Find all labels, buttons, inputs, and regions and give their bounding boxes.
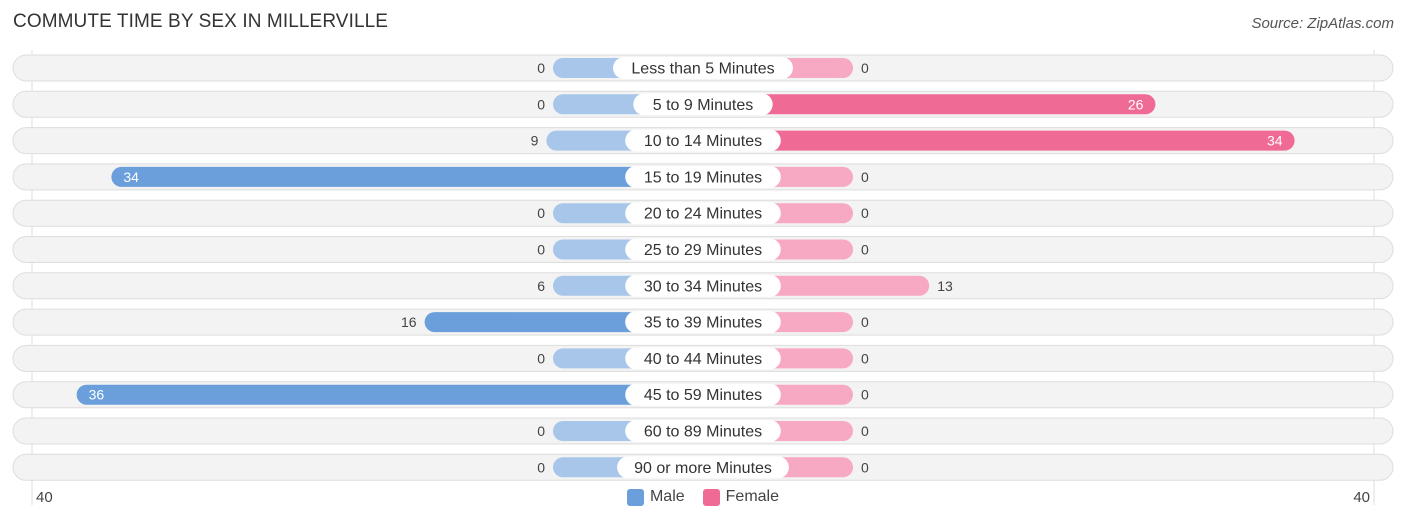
value-label-male: 6 <box>537 278 545 294</box>
legend-item-female: Female <box>702 488 780 506</box>
legend-swatch-female <box>702 488 720 506</box>
value-label-female: 0 <box>861 242 869 258</box>
value-label-male: 9 <box>531 133 539 149</box>
chart-area: 0 0 Less than 5 Minutes 0 26 5 to 9 Minutes 9 3… <box>12 50 1394 505</box>
value-label-female: 0 <box>861 60 869 76</box>
value-label-female: 0 <box>861 314 869 330</box>
category-label: Less than 5 Minutes <box>631 61 774 78</box>
category-label: 30 to 34 Minutes <box>644 278 762 295</box>
value-label-female: 13 <box>937 278 953 294</box>
legend-label-male: Male <box>649 488 685 505</box>
value-label-female: 0 <box>861 387 869 403</box>
value-label-female: 0 <box>861 459 869 475</box>
value-label-male: 36 <box>89 387 105 403</box>
bar-male <box>111 166 703 187</box>
value-label-male: 0 <box>537 459 545 475</box>
category-label: 60 to 89 Minutes <box>644 424 762 441</box>
value-label-male: 0 <box>537 60 545 76</box>
value-label-male: 34 <box>123 169 139 185</box>
value-label-female: 0 <box>861 350 869 366</box>
value-label-female: 0 <box>861 423 869 439</box>
category-label: 45 to 59 Minutes <box>644 387 762 404</box>
value-label-male: 0 <box>537 205 545 221</box>
value-label-female: 34 <box>1267 133 1283 149</box>
category-label: 20 to 24 Minutes <box>644 206 762 223</box>
value-label-male: 0 <box>537 423 545 439</box>
value-label-male: 0 <box>537 96 545 112</box>
category-label: 40 to 44 Minutes <box>644 351 762 368</box>
category-label: 5 to 9 Minutes <box>653 97 754 114</box>
value-label-female: 0 <box>861 169 869 185</box>
value-label-male: 16 <box>401 314 417 330</box>
category-label: 10 to 14 Minutes <box>644 133 762 150</box>
legend-swatch-male <box>626 488 644 506</box>
bar-male <box>76 384 704 405</box>
legend-item-male: Male <box>626 488 685 506</box>
category-label: 35 to 39 Minutes <box>644 315 762 332</box>
category-label: 15 to 19 Minutes <box>644 169 762 186</box>
category-label: 25 to 29 Minutes <box>644 242 762 259</box>
category-label: 90 or more Minutes <box>634 460 772 477</box>
value-label-female: 26 <box>1128 96 1144 112</box>
value-label-female: 0 <box>861 205 869 221</box>
legend-label-female: Female <box>725 488 780 505</box>
legend: Male Female <box>0 488 1406 506</box>
value-label-male: 0 <box>537 350 545 366</box>
bar-female <box>703 130 1295 151</box>
value-label-male: 0 <box>537 242 545 258</box>
